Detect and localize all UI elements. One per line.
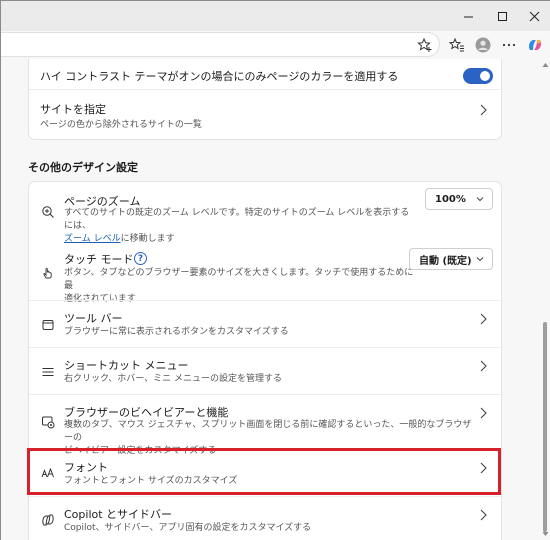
shortcut-menu-desc: 右クリック、ホバー、ミニ メニューの設定を管理する (64, 374, 282, 384)
copilot-desc: Copilot、サイドバー、アプリ固有の設定をカスタマイズする (64, 523, 312, 533)
touch-mode-title: タッチ モード (64, 253, 134, 266)
scrollbar-thumb[interactable] (543, 322, 547, 532)
site-specify-title: サイトを指定 (40, 103, 106, 116)
section-heading: その他のデザイン設定 (28, 161, 138, 174)
browser-behavior-icon (41, 415, 55, 429)
chevron-right-icon (478, 509, 488, 521)
profile-button[interactable] (472, 35, 494, 55)
copilot-logo-icon (529, 39, 541, 50)
zoom-in-icon (41, 205, 55, 219)
fonts-highlight-box (27, 448, 501, 495)
copilot-button[interactable] (524, 35, 546, 55)
high-contrast-label: ハイ コントラスト テーマがオンの場合にのみページのカラーを適用する (40, 70, 399, 83)
scrollbar[interactable] (541, 59, 550, 540)
maximize-button[interactable] (485, 1, 519, 31)
menu-icon (41, 365, 55, 379)
appearance-card: ハイ コントラスト テーマがオンの場合にのみページのカラーを適用する サイトを指… (28, 59, 503, 140)
more-menu-button[interactable] (498, 35, 520, 55)
chevron-right-icon (478, 360, 488, 372)
star-add-icon (417, 37, 432, 52)
scroll-down-arrow-icon[interactable] (542, 531, 549, 537)
maximize-icon (497, 11, 507, 21)
touch-mode-select-value: 自動 (既定) (419, 255, 472, 267)
shortcut-menu-title: ショートカット メニュー (64, 359, 189, 372)
settings-content: ハイ コントラスト テーマがオンの場合にのみページのカラーを適用する サイトを指… (1, 59, 541, 540)
more-dots-icon (502, 43, 516, 47)
browser-behavior-row[interactable]: ブラウザーのビヘイビアーと機能 複数のタブ、マウス ジェスチャ、スプリット画面を… (29, 395, 503, 456)
browser-toolbar (1, 31, 550, 59)
chevron-down-icon (476, 197, 484, 202)
toolbar-title: ツール バー (64, 312, 123, 325)
zoom-select[interactable]: 100% (425, 188, 493, 210)
copilot-icon (41, 513, 55, 527)
copilot-title: Copilot とサイドバー (64, 508, 173, 521)
favorite-star-button[interactable] (414, 35, 436, 55)
title-bar (1, 1, 550, 31)
chevron-right-icon (478, 407, 488, 419)
copilot-sidebar-row[interactable]: Copilot とサイドバー Copilot、サイドバー、アプリ固有の設定をカス… (29, 497, 503, 540)
favorites-button[interactable] (446, 35, 468, 55)
shortcut-menu-row[interactable]: ショートカット メニュー 右クリック、ホバー、ミニ メニューの設定を管理する (29, 348, 503, 394)
zoom-select-value: 100% (435, 193, 466, 205)
toolbar-desc: ブラウザーに常に表示されるボタンをカスタマイズする (64, 327, 289, 337)
toolbar-icon (41, 318, 55, 332)
toolbar-row[interactable]: ツール バー ブラウザーに常に表示されるボタンをカスタマイズする (29, 301, 503, 347)
chevron-right-icon (478, 104, 488, 116)
close-icon (529, 11, 539, 21)
avatar-icon (475, 37, 491, 53)
close-button[interactable] (517, 1, 550, 31)
browser-behavior-title: ブラウザーのビヘイビアーと機能 (64, 406, 229, 419)
page-zoom-desc-line1: すべてのサイトの既定のズーム レベルです。特定のサイトのズーム レベルを表示する… (64, 208, 410, 231)
address-bar[interactable] (1, 32, 440, 57)
favorites-icon (449, 37, 464, 52)
high-contrast-toggle[interactable] (463, 68, 493, 84)
chevron-down-icon (476, 257, 484, 262)
site-specify-row[interactable]: サイトを指定 ページの色から除外されるサイトの一覧 (29, 90, 503, 140)
touch-hand-icon (41, 266, 55, 280)
browser-window: ハイ コントラスト テーマがオンの場合にのみページのカラーを適用する サイトを指… (0, 0, 550, 540)
touch-mode-desc-line1: ボタン、タブなどのブラウザー要素のサイズを大きくします。タッチで使用するために最 (64, 268, 414, 291)
touch-mode-row: タッチ モード ? ボタン、タブなどのブラウザー要素のサイズを大きくします。タッ… (29, 238, 503, 304)
browser-behavior-desc-line1: 複数のタブ、マウス ジェスチャ、スプリット画面を閉じる前に確認するといった、一般… (64, 420, 472, 443)
minimize-icon (463, 16, 473, 17)
chevron-right-icon (478, 313, 488, 325)
scroll-up-arrow-icon[interactable] (542, 62, 549, 68)
toggle-knob (480, 71, 490, 81)
touch-mode-select[interactable]: 自動 (既定) (409, 248, 493, 270)
help-icon[interactable]: ? (134, 252, 147, 265)
site-specify-desc: ページの色から除外されるサイトの一覧 (40, 120, 202, 130)
minimize-button[interactable] (451, 1, 485, 31)
page-zoom-row: ページのズーム すべてのサイトの既定のズーム レベルです。特定のサイトのズーム … (29, 182, 503, 244)
